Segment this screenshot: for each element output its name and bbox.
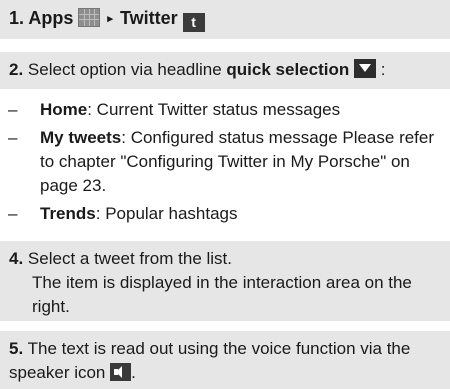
- step-4: 4. Select a tweet from the list. The ite…: [0, 241, 450, 321]
- step-number: 4.: [9, 249, 24, 268]
- option-desc: : Popular hashtags: [95, 204, 238, 223]
- quick-selection-label: quick selection: [226, 60, 350, 79]
- option-term: Home: [40, 100, 88, 119]
- bullet-dash: –: [8, 204, 18, 223]
- twitter-label: Twitter: [119, 8, 178, 28]
- step-number: 5.: [9, 339, 24, 358]
- option-list: – Home: Current Twitter status messages …: [0, 94, 450, 226]
- twitter-bird-icon: t: [182, 13, 205, 32]
- step-number: 2.: [9, 60, 24, 79]
- list-item: – My tweets: Configured status message P…: [0, 126, 450, 198]
- step-5: 5. The text is read out using the voice …: [0, 331, 450, 389]
- step-1: 1. Apps ▸ Twitter t: [0, 0, 450, 39]
- step-text: The text is read out using the voice fun…: [9, 339, 411, 382]
- option-desc: : Current Twitter status messages: [87, 100, 341, 119]
- step-detail: The item is displayed in the interaction…: [32, 273, 412, 316]
- list-item: – Home: Current Twitter status messages: [0, 98, 450, 122]
- step-2: 2. Select option via headline quick sele…: [0, 52, 450, 89]
- step-text: Select a tweet from the list.: [27, 249, 233, 268]
- step-text: Select option via headline: [27, 60, 222, 79]
- step-suffix: .: [131, 363, 136, 382]
- list-item: – Trends: Popular hashtags: [0, 202, 450, 226]
- bullet-dash: –: [8, 100, 18, 119]
- instruction-page: 1. Apps ▸ Twitter t 2. Select option via…: [0, 0, 450, 389]
- speaker-icon: [110, 363, 132, 381]
- dropdown-arrow-icon: [353, 59, 376, 78]
- bullet-dash: –: [8, 128, 18, 147]
- arrow-icon: ▸: [107, 13, 113, 25]
- step-number: 1.: [9, 8, 25, 28]
- apps-label: Apps: [28, 8, 74, 28]
- option-term: My tweets: [40, 128, 122, 147]
- step-suffix: :: [380, 60, 386, 79]
- option-term: Trends: [40, 204, 96, 223]
- apps-grid-icon: [78, 8, 101, 27]
